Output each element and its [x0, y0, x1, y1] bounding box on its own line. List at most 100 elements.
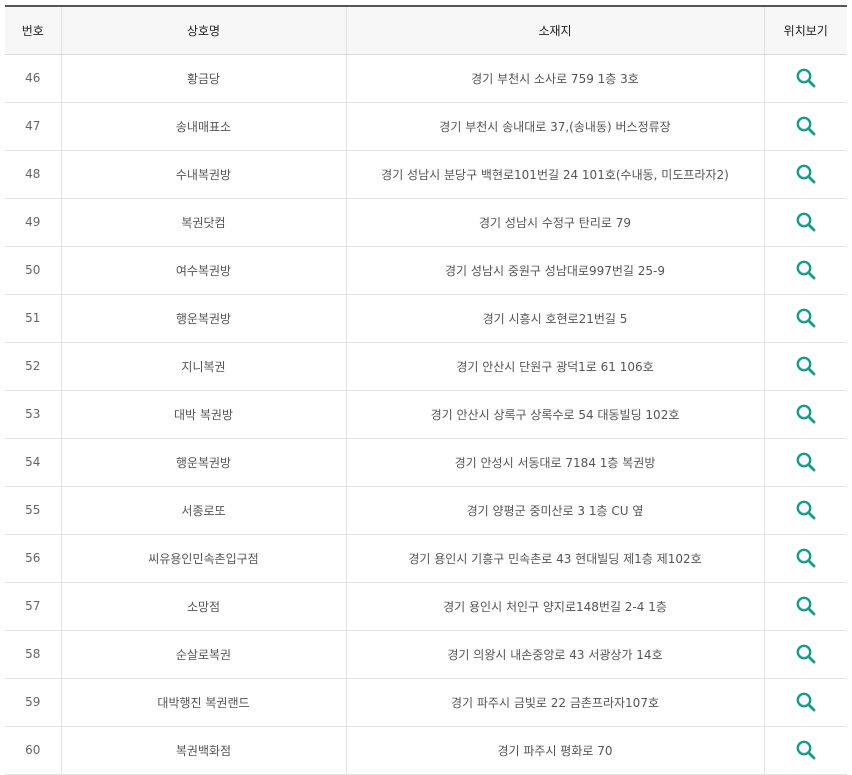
search-icon: [796, 356, 816, 376]
header-address: 소재지: [345, 5, 764, 55]
cell-store-name: 서종로또: [60, 486, 346, 535]
view-location-button[interactable]: [795, 451, 817, 473]
cell-address: 경기 파주시 평화로 70: [345, 726, 764, 775]
cell-store-name: 대박 복권방: [60, 390, 346, 439]
view-location-button[interactable]: [795, 403, 817, 425]
table-body: 46 황금당 경기 부천시 소사로 759 1층 3호 47 송내매표소 경기 부천시 송…: [5, 54, 847, 775]
cell-location: [763, 534, 847, 583]
view-location-button[interactable]: [795, 163, 817, 185]
view-location-button[interactable]: [795, 643, 817, 665]
cell-location: [763, 246, 847, 295]
table-row: 55 서종로또 경기 양평군 중미산로 3 1층 CU 옆: [5, 486, 847, 535]
cell-number: 46: [5, 54, 61, 103]
cell-store-name: 복권백화점: [60, 726, 346, 775]
cell-location: [763, 438, 847, 487]
search-icon: [796, 692, 816, 712]
table-row: 59 대박행진 복권랜드 경기 파주시 금빛로 22 금촌프라자107호: [5, 678, 847, 727]
table-row: 51 행운복권방 경기 시흥시 호현로21번길 5: [5, 294, 847, 343]
table-row: 46 황금당 경기 부천시 소사로 759 1층 3호: [5, 54, 847, 103]
cell-number: 53: [5, 390, 61, 439]
table-row: 57 소망점 경기 용인시 처인구 양지로148번길 2-4 1층: [5, 582, 847, 631]
cell-number: 49: [5, 198, 61, 247]
table-row: 58 순살로복권 경기 의왕시 내손중앙로 43 서광상가 14호: [5, 630, 847, 679]
table-row: 60 복권백화점 경기 파주시 평화로 70: [5, 726, 847, 775]
search-icon: [796, 596, 816, 616]
view-location-button[interactable]: [795, 259, 817, 281]
view-location-button[interactable]: [795, 355, 817, 377]
search-icon: [796, 308, 816, 328]
search-icon: [796, 212, 816, 232]
view-location-button[interactable]: [795, 307, 817, 329]
cell-location: [763, 150, 847, 199]
cell-address: 경기 양평군 중미산로 3 1층 CU 옆: [345, 486, 764, 535]
search-icon: [796, 548, 816, 568]
search-icon: [796, 116, 816, 136]
cell-address: 경기 부천시 소사로 759 1층 3호: [345, 54, 764, 103]
cell-address: 경기 성남시 수정구 탄리로 79: [345, 198, 764, 247]
cell-location: [763, 198, 847, 247]
cell-store-name: 씨유용인민속촌입구점: [60, 534, 346, 583]
header-row: 번호 상호명 소재지 위치보기: [5, 5, 847, 55]
cell-address: 경기 성남시 분당구 백현로101번길 24 101호(수내동, 미도프라자2): [345, 150, 764, 199]
cell-location: [763, 294, 847, 343]
cell-location: [763, 678, 847, 727]
view-location-button[interactable]: [795, 67, 817, 89]
cell-location: [763, 486, 847, 535]
cell-address: 경기 안성시 서동대로 7184 1층 복권방: [345, 438, 764, 487]
cell-address: 경기 용인시 기흥구 민속촌로 43 현대빌딩 제1층 제102호: [345, 534, 764, 583]
table-row: 54 행운복권방 경기 안성시 서동대로 7184 1층 복권방: [5, 438, 847, 487]
cell-address: 경기 안산시 상록구 상록수로 54 대동빌딩 102호: [345, 390, 764, 439]
cell-location: [763, 102, 847, 151]
cell-address: 경기 시흥시 호현로21번길 5: [345, 294, 764, 343]
search-icon: [796, 644, 816, 664]
table-row: 56 씨유용인민속촌입구점 경기 용인시 기흥구 민속촌로 43 현대빌딩 제1층 …: [5, 534, 847, 583]
view-location-button[interactable]: [795, 547, 817, 569]
view-location-button[interactable]: [795, 115, 817, 137]
cell-store-name: 행운복권방: [60, 438, 346, 487]
search-icon: [796, 68, 816, 88]
cell-address: 경기 의왕시 내손중앙로 43 서광상가 14호: [345, 630, 764, 679]
cell-store-name: 행운복권방: [60, 294, 346, 343]
table-row: 50 여수복권방 경기 성남시 중원구 성남대로997번길 25-9: [5, 246, 847, 295]
cell-store-name: 여수복권방: [60, 246, 346, 295]
cell-address: 경기 부천시 송내대로 37,(송내동) 버스정류장: [345, 102, 764, 151]
cell-address: 경기 성남시 중원구 성남대로997번길 25-9: [345, 246, 764, 295]
cell-store-name: 복권닷컴: [60, 198, 346, 247]
cell-number: 57: [5, 582, 61, 631]
search-icon: [796, 404, 816, 424]
cell-location: [763, 390, 847, 439]
search-icon: [796, 452, 816, 472]
view-location-button[interactable]: [795, 595, 817, 617]
cell-location: [763, 54, 847, 103]
cell-number: 47: [5, 102, 61, 151]
cell-store-name: 소망점: [60, 582, 346, 631]
cell-location: [763, 342, 847, 391]
table-row: 52 지니복권 경기 안산시 단원구 광덕1로 61 106호: [5, 342, 847, 391]
cell-location: [763, 582, 847, 631]
cell-store-name: 순살로복권: [60, 630, 346, 679]
table-row: 48 수내복권방 경기 성남시 분당구 백현로101번길 24 101호(수내동, …: [5, 150, 847, 199]
header-store-name: 상호명: [60, 5, 346, 55]
cell-address: 경기 안산시 단원구 광덕1로 61 106호: [345, 342, 764, 391]
cell-number: 56: [5, 534, 61, 583]
cell-number: 58: [5, 630, 61, 679]
search-icon: [796, 164, 816, 184]
view-location-button[interactable]: [795, 211, 817, 233]
cell-store-name: 황금당: [60, 54, 346, 103]
view-location-button[interactable]: [795, 691, 817, 713]
cell-store-name: 송내매표소: [60, 102, 346, 151]
cell-address: 경기 파주시 금빛로 22 금촌프라자107호: [345, 678, 764, 727]
cell-store-name: 수내복권방: [60, 150, 346, 199]
search-icon: [796, 500, 816, 520]
store-table: 번호 상호명 소재지 위치보기 46 황금당 경기 부천시 소사로 759 1층 3…: [5, 5, 847, 775]
cell-number: 54: [5, 438, 61, 487]
view-location-button[interactable]: [795, 499, 817, 521]
cell-store-name: 대박행진 복권랜드: [60, 678, 346, 727]
table-row: 49 복권닷컴 경기 성남시 수정구 탄리로 79: [5, 198, 847, 247]
cell-store-name: 지니복권: [60, 342, 346, 391]
cell-location: [763, 630, 847, 679]
cell-address: 경기 용인시 처인구 양지로148번길 2-4 1층: [345, 582, 764, 631]
cell-number: 59: [5, 678, 61, 727]
view-location-button[interactable]: [795, 739, 817, 761]
search-icon: [796, 260, 816, 280]
